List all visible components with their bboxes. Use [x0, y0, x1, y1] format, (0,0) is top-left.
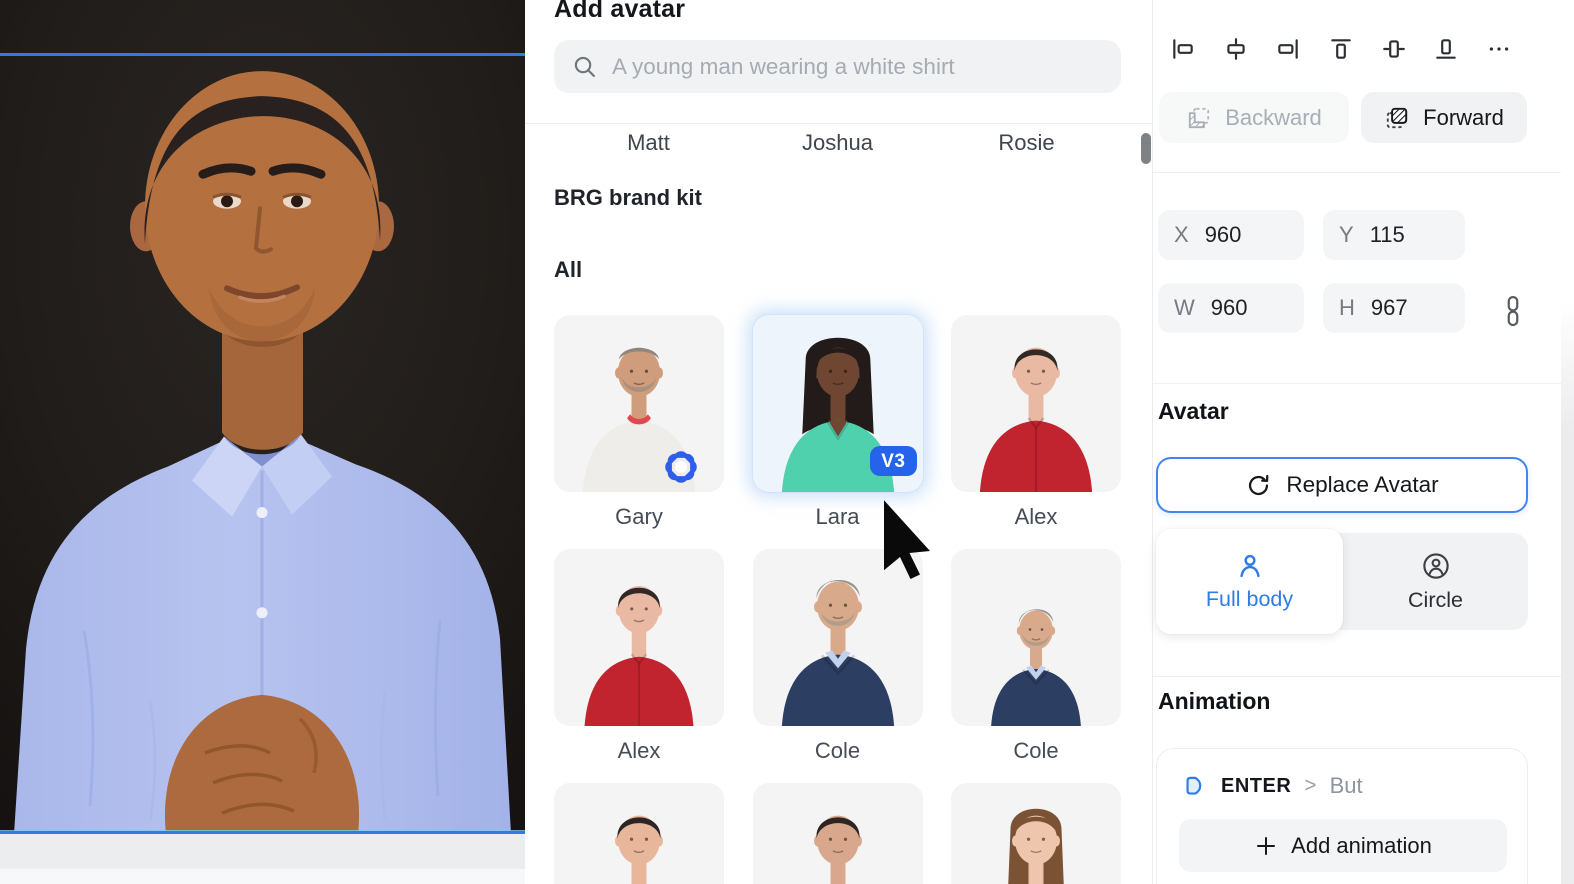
layer-order-row: Backward Forward — [1159, 92, 1527, 143]
avatar-thumbnail[interactable] — [554, 783, 724, 884]
avatar-thumbnail[interactable] — [951, 315, 1121, 492]
scrollbar-thumb[interactable] — [1141, 133, 1151, 164]
avatar-thumbnail[interactable] — [753, 783, 923, 884]
avatar-card-partial[interactable] — [753, 783, 923, 884]
bring-forward-icon — [1384, 105, 1410, 131]
avatar-card-cole[interactable]: Cole — [951, 549, 1121, 766]
selection-outline-top — [0, 53, 525, 56]
add-animation-label: Add animation — [1291, 833, 1432, 859]
position-x-field[interactable]: X 960 — [1158, 210, 1304, 260]
h-label: H — [1339, 295, 1355, 321]
align-bottom-icon[interactable] — [1426, 28, 1466, 70]
animation-section-heading: Animation — [1158, 688, 1270, 715]
selection-outline-bottom — [0, 831, 525, 834]
right-scroll-gutter — [1561, 0, 1574, 884]
bring-forward-button[interactable]: Forward — [1361, 92, 1527, 143]
panel-divider — [525, 123, 1152, 124]
avatar-name-label: Gary — [554, 504, 724, 532]
recent-avatar-matt[interactable]: Matt — [554, 130, 743, 156]
align-top-icon[interactable] — [1321, 28, 1361, 70]
avatar-name-label: Alex — [951, 504, 1121, 532]
replace-avatar-label: Replace Avatar — [1286, 472, 1438, 498]
avatar-name-label: Cole — [951, 738, 1121, 766]
avatar-name-label: Cole — [753, 738, 923, 766]
avatar-mode-segmented-control: Full body Circle — [1156, 533, 1528, 630]
full-body-person-icon — [1236, 552, 1264, 580]
section-all-heading: All — [554, 257, 582, 283]
chevron-separator: > — [1304, 774, 1316, 798]
circle-person-icon — [1421, 551, 1451, 581]
send-backward-button[interactable]: Backward — [1159, 92, 1349, 143]
avatar-thumbnail[interactable]: V3 — [753, 315, 923, 492]
inspector-divider — [1153, 676, 1561, 677]
replace-avatar-button[interactable]: Replace Avatar — [1156, 457, 1528, 513]
enter-animation-row[interactable]: ENTER > But — [1183, 773, 1363, 799]
animation-card: ENTER > But Add animation — [1156, 748, 1528, 884]
add-animation-button[interactable]: Add animation — [1179, 819, 1507, 872]
add-avatar-panel: Add avatar A young man wearing a white s… — [525, 0, 1152, 884]
brand-gear-badge-icon — [660, 446, 702, 488]
constrain-proportions-icon[interactable] — [1497, 294, 1529, 328]
w-label: W — [1174, 295, 1195, 321]
replace-refresh-icon — [1245, 472, 1272, 499]
x-value: 960 — [1205, 222, 1242, 248]
mode-circle-button[interactable]: Circle — [1343, 533, 1528, 630]
y-label: Y — [1339, 222, 1354, 248]
recent-names-row: MattJoshuaRosie — [554, 130, 1121, 156]
enter-animation-icon — [1183, 774, 1208, 799]
avatar-thumbnail[interactable] — [951, 549, 1121, 726]
avatar-card-alex[interactable]: Alex — [554, 549, 724, 766]
avatar-name-label: Alex — [554, 738, 724, 766]
more-options-icon[interactable] — [1479, 28, 1519, 70]
avatar-card-partial[interactable] — [951, 783, 1121, 884]
panel-title: Add avatar — [554, 0, 685, 24]
send-backward-icon — [1186, 105, 1212, 131]
section-brand-kit-heading: BRG brand kit — [554, 185, 702, 211]
avatar-search-input[interactable]: A young man wearing a white shirt — [554, 40, 1121, 93]
height-field[interactable]: H 967 — [1323, 283, 1465, 333]
avatar-card-cole[interactable]: Cole — [753, 549, 923, 766]
avatar-thumbnail[interactable] — [554, 549, 724, 726]
enter-target: But — [1330, 773, 1363, 799]
avatar-card-partial[interactable] — [554, 783, 724, 884]
avatar-grid: Gary V3 Lara Alex Alex Cole Cole — [554, 315, 1121, 884]
recent-avatar-joshua[interactable]: Joshua — [743, 130, 932, 156]
align-left-icon[interactable] — [1163, 28, 1203, 70]
alignment-toolbar — [1163, 28, 1519, 70]
search-icon — [572, 54, 598, 80]
avatar-thumbnail[interactable] — [951, 783, 1121, 884]
send-backward-label: Backward — [1225, 105, 1322, 131]
enter-keyword: ENTER — [1221, 775, 1291, 798]
presenter-avatar[interactable] — [0, 0, 525, 834]
align-center-horizontal-icon[interactable] — [1216, 28, 1256, 70]
y-value: 115 — [1370, 222, 1405, 248]
inspector-divider — [1153, 172, 1561, 173]
position-y-field[interactable]: Y 115 — [1323, 210, 1465, 260]
mode-full-body-label: Full body — [1206, 587, 1293, 612]
canvas-below-margin — [0, 834, 525, 884]
avatar-section-heading: Avatar — [1158, 398, 1229, 425]
mode-circle-label: Circle — [1408, 588, 1463, 613]
width-field[interactable]: W 960 — [1158, 283, 1304, 333]
search-placeholder: A young man wearing a white shirt — [612, 54, 955, 80]
avatar-thumbnail[interactable] — [554, 315, 724, 492]
plus-icon — [1254, 834, 1278, 858]
avatar-card-gary[interactable]: Gary — [554, 315, 724, 532]
inspector-divider — [1153, 383, 1561, 384]
align-middle-vertical-icon[interactable] — [1374, 28, 1414, 70]
align-right-icon[interactable] — [1268, 28, 1308, 70]
avatar-card-lara[interactable]: V3 Lara — [753, 315, 923, 532]
w-value: 960 — [1211, 295, 1248, 321]
avatar-card-alex[interactable]: Alex — [951, 315, 1121, 532]
video-canvas[interactable] — [0, 0, 525, 834]
v3-version-badge: V3 — [870, 446, 916, 476]
mode-full-body-button[interactable]: Full body — [1156, 529, 1343, 634]
avatar-thumbnail[interactable] — [753, 549, 923, 726]
bring-forward-label: Forward — [1423, 105, 1504, 131]
avatar-name-label: Lara — [753, 504, 923, 532]
recent-avatar-rosie[interactable]: Rosie — [932, 130, 1121, 156]
x-label: X — [1174, 222, 1189, 248]
h-value: 967 — [1371, 295, 1408, 321]
inspector-panel: Backward Forward X 960 Y 115 W 960 H 967 — [1152, 0, 1574, 884]
